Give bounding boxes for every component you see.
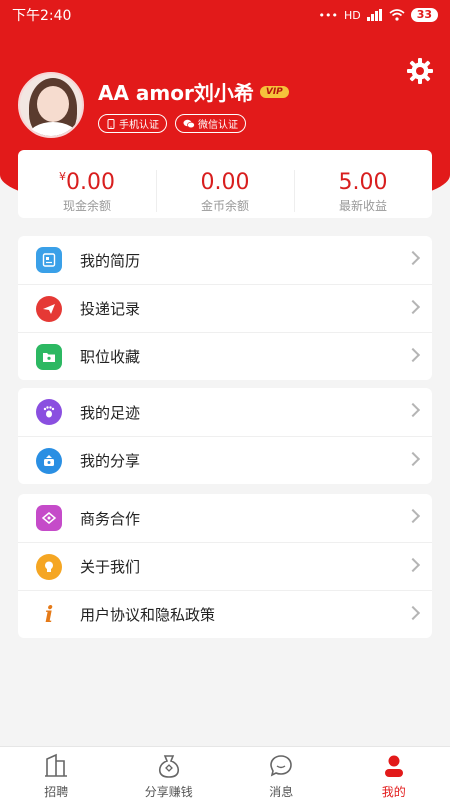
currency-symbol: ¥ xyxy=(59,170,66,183)
menu-item-applications-label: 投递记录 xyxy=(80,300,141,318)
wechat-verified-badge: 微信认证 xyxy=(175,114,246,133)
tab-mine-label: 我的 xyxy=(381,785,406,799)
menu-item-privacy-policy[interactable]: i 用户协议和隐私政策 xyxy=(18,590,432,638)
status-icons: ••• HD 33 xyxy=(318,8,438,22)
resume-icon xyxy=(36,247,62,273)
menu-item-shares-label: 我的分享 xyxy=(80,452,141,470)
menu-item-footprints-label: 我的足迹 xyxy=(80,403,141,422)
wechat-icon xyxy=(183,119,195,128)
tab-messages[interactable]: 消息 xyxy=(225,747,338,800)
coin-balance-label: 金币余额 xyxy=(200,199,249,213)
gear-icon[interactable] xyxy=(407,58,433,84)
latest-earnings-value: 5.00 xyxy=(338,170,388,195)
cash-balance-value: 0.00 xyxy=(66,170,115,195)
menu-item-business-label: 商务合作 xyxy=(80,509,141,528)
chevron-right-icon xyxy=(405,508,421,524)
chevron-right-icon xyxy=(405,402,421,418)
latest-earnings[interactable]: 5.00 最新收益 xyxy=(294,150,432,218)
menu-item-about-us-label: 关于我们 xyxy=(80,558,141,576)
profile-section[interactable]: AA amor刘小希 VIP 手机认证 微信认证 xyxy=(18,72,289,138)
username: AA amor刘小希 xyxy=(98,81,254,105)
menu-group-career: 我的简历 投递记录 职位收藏 xyxy=(18,236,432,380)
footprint-icon xyxy=(36,399,62,425)
building-icon xyxy=(45,753,68,777)
handshake-icon xyxy=(36,505,62,531)
tab-share-earn-label: 分享赚钱 xyxy=(144,785,193,799)
phone-verified-label: 手机认证 xyxy=(119,120,159,131)
signal-icon xyxy=(366,9,382,21)
tab-messages-label: 消息 xyxy=(269,785,294,799)
avatar[interactable] xyxy=(18,72,84,138)
info-icon: i xyxy=(44,601,54,628)
chat-bubble-icon xyxy=(270,755,293,777)
menu-group-activity: 我的足迹 我的分享 xyxy=(18,388,432,484)
battery-indicator: 33 xyxy=(410,8,438,22)
lightbulb-icon xyxy=(36,553,62,580)
chevron-right-icon xyxy=(405,347,421,363)
phone-icon xyxy=(107,118,115,129)
menu-item-saved-jobs-label: 职位收藏 xyxy=(80,348,141,366)
chevron-right-icon xyxy=(405,557,421,573)
user-icon xyxy=(384,755,403,777)
menu-item-saved-jobs[interactable]: 职位收藏 xyxy=(18,332,432,380)
favorite-folder-icon xyxy=(36,343,62,370)
chevron-right-icon xyxy=(405,250,421,266)
wifi-icon xyxy=(389,9,405,21)
tab-recruit-label: 招聘 xyxy=(44,785,69,799)
menu-item-privacy-policy-label: 用户协议和隐私政策 xyxy=(80,606,216,624)
coin-balance[interactable]: 0.00 金币余额 xyxy=(156,150,294,218)
menu-item-footprints[interactable]: 我的足迹 xyxy=(18,388,432,436)
bottom-tab-bar: 招聘 分享赚钱 消息 我的 xyxy=(0,746,450,800)
status-time: 下午2:40 xyxy=(12,8,72,24)
chevron-right-icon xyxy=(405,605,421,621)
dots-icon: ••• xyxy=(318,8,338,22)
cash-balance[interactable]: ¥0.00 现金余额 xyxy=(18,150,156,218)
tab-share-earn[interactable]: 分享赚钱 xyxy=(113,747,226,800)
menu-group-about: 商务合作 关于我们 i 用户协议和隐私政策 xyxy=(18,494,432,638)
tab-recruit[interactable]: 招聘 xyxy=(0,747,113,800)
status-bar: 下午2:40 ••• HD 33 xyxy=(0,0,450,30)
tab-mine[interactable]: 我的 xyxy=(338,747,450,800)
menu-item-resume-label: 我的简历 xyxy=(80,251,141,270)
cash-balance-label: 现金余额 xyxy=(62,199,111,213)
coin-balance-value: 0.00 xyxy=(200,170,250,195)
money-bag-icon xyxy=(158,755,179,778)
share-icon xyxy=(36,447,62,474)
chevron-right-icon xyxy=(405,451,421,467)
menu-item-about-us[interactable]: 关于我们 xyxy=(18,542,432,590)
chevron-right-icon xyxy=(405,299,421,315)
latest-earnings-label: 最新收益 xyxy=(338,199,387,213)
vip-badge: VIP xyxy=(259,85,289,98)
paper-plane-icon xyxy=(36,295,62,322)
menu-item-resume[interactable]: 我的简历 xyxy=(18,236,432,284)
menu-item-applications[interactable]: 投递记录 xyxy=(18,284,432,332)
balance-card: ¥0.00 现金余额 0.00 金币余额 5.00 最新收益 xyxy=(18,150,432,218)
menu-item-shares[interactable]: 我的分享 xyxy=(18,436,432,484)
network-label: HD xyxy=(343,8,361,22)
wechat-verified-label: 微信认证 xyxy=(198,120,238,131)
phone-verified-badge: 手机认证 xyxy=(98,114,167,133)
menu-item-business[interactable]: 商务合作 xyxy=(18,494,432,542)
